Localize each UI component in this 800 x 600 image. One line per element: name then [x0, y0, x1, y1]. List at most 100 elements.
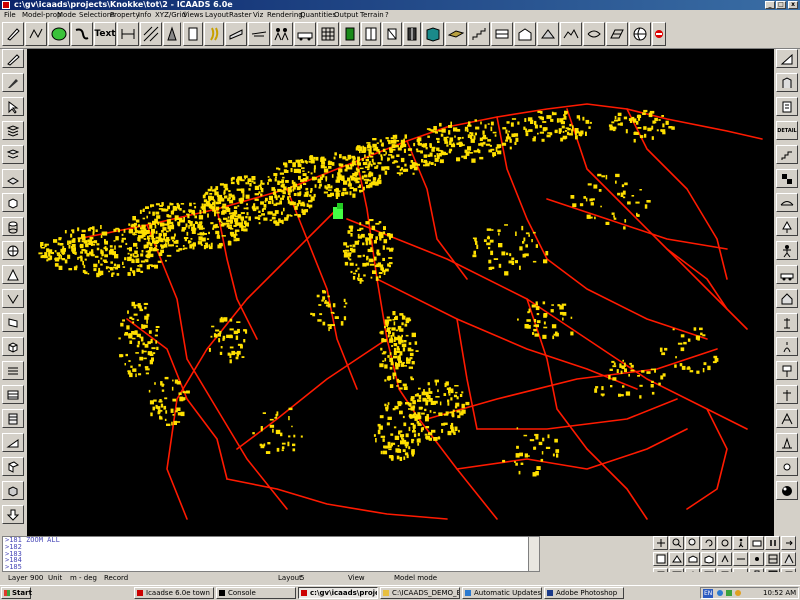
text-tool-button[interactable]: Text: [94, 22, 116, 46]
drawing-canvas[interactable]: [27, 49, 775, 536]
globe-tool-button[interactable]: [629, 22, 651, 46]
fill-tool-button[interactable]: [163, 22, 181, 46]
box-tool-button[interactable]: [2, 193, 24, 212]
section-tool-button[interactable]: [491, 22, 513, 46]
close-button[interactable]: x: [788, 1, 798, 9]
floors-tool-button[interactable]: [2, 385, 24, 404]
view-persp-button[interactable]: [717, 552, 732, 566]
select-tool-button[interactable]: [2, 97, 24, 116]
arrow-down-button[interactable]: [2, 505, 24, 524]
render-ball-button[interactable]: [776, 481, 798, 500]
wireframe-tool-button[interactable]: [606, 22, 628, 46]
slabs-tool-button[interactable]: [2, 361, 24, 380]
menu-model-prop[interactable]: Model-prop: [22, 10, 61, 20]
menu-views[interactable]: Views: [183, 10, 203, 20]
furniture-tool-button[interactable]: [271, 22, 293, 46]
wall-tool-button[interactable]: [183, 22, 203, 46]
solid-tool-button[interactable]: [2, 481, 24, 500]
no-entry-button[interactable]: [652, 22, 666, 46]
menu-layout[interactable]: Layout: [205, 10, 229, 20]
panel-tool-button[interactable]: [403, 22, 421, 46]
menu-quantities[interactable]: Quantities: [300, 10, 336, 20]
taskbar-item-folder[interactable]: C:\ICAADS_DEMO_E\bp...: [380, 587, 460, 599]
console-scrollbar[interactable]: [528, 537, 539, 571]
grid-tool-button[interactable]: [317, 22, 339, 46]
cube-tool-button[interactable]: [2, 337, 24, 356]
zone-tool-button[interactable]: [48, 22, 70, 46]
pan-button[interactable]: [653, 536, 668, 550]
beam-tool-button[interactable]: [225, 22, 247, 46]
taskbar-item-photoshop[interactable]: Adobe Photoshop: [544, 587, 624, 599]
maximize-button[interactable]: □: [776, 1, 786, 9]
view-side-button[interactable]: [685, 552, 700, 566]
frame-tool-button[interactable]: [2, 457, 24, 476]
pattern-tool-button[interactable]: [776, 169, 798, 188]
language-indicator[interactable]: EN: [703, 589, 714, 598]
elevation-tool-button[interactable]: [514, 22, 536, 46]
view-section-button[interactable]: [733, 552, 748, 566]
menu-help[interactable]: ?: [385, 10, 389, 20]
menu-raster[interactable]: Raster: [229, 10, 252, 20]
curve-tool-button[interactable]: [71, 22, 93, 46]
view-top-button[interactable]: [653, 552, 668, 566]
marker-tool-button[interactable]: [2, 22, 24, 46]
figure-tool-button[interactable]: [776, 241, 798, 260]
facade-tool-button[interactable]: [776, 97, 798, 116]
wedge-tool-button[interactable]: [2, 433, 24, 452]
sphere-tool-button[interactable]: [2, 241, 24, 260]
light-tool-button[interactable]: [776, 457, 798, 476]
unit-value[interactable]: m - deg: [70, 572, 97, 584]
door-tool-button[interactable]: [340, 22, 360, 46]
lamp-tool-button[interactable]: [776, 313, 798, 332]
view-plan-button[interactable]: [765, 552, 780, 566]
menu-info[interactable]: Info: [138, 10, 151, 20]
menu-file[interactable]: File: [4, 10, 16, 20]
sketch-tool-button[interactable]: [583, 22, 605, 46]
shadow-tool-button[interactable]: [776, 433, 798, 452]
antivirus-icon[interactable]: [726, 590, 732, 596]
tree-tool-button[interactable]: [776, 217, 798, 236]
zoom-in-button[interactable]: [669, 536, 684, 550]
slope-tool-button[interactable]: [776, 49, 798, 68]
layout-value[interactable]: 5: [300, 572, 304, 584]
command-console[interactable]: >181 ZOOM ALL >182 >183 >184 >185: [2, 536, 540, 572]
taskbar-item-icaadse[interactable]: Icaadse 6.0e town: [134, 587, 214, 599]
perspective-tool-button[interactable]: [537, 22, 559, 46]
building-tool-button[interactable]: [776, 73, 798, 92]
clock[interactable]: 10:52 AM: [763, 588, 796, 598]
network-icon[interactable]: [717, 590, 723, 596]
window-tool-button[interactable]: [361, 22, 381, 46]
house-tool-button[interactable]: [776, 289, 798, 308]
fence-tool-button[interactable]: [776, 409, 798, 428]
terrain-tool-button[interactable]: [560, 22, 582, 46]
menu-terrain[interactable]: Terrain: [360, 10, 384, 20]
view-front-button[interactable]: [669, 552, 684, 566]
start-button[interactable]: Start: [1, 587, 32, 599]
menu-xyz-grid[interactable]: XYZ/Grid: [155, 10, 186, 20]
slab-tool-button[interactable]: [445, 22, 467, 46]
polyline-tool-button[interactable]: [25, 22, 47, 46]
menu-property[interactable]: Property: [110, 10, 140, 20]
layer-tool-button[interactable]: [2, 145, 24, 164]
detail-button[interactable]: DETAIL: [776, 121, 798, 140]
camera-button[interactable]: [749, 536, 764, 550]
menu-mode[interactable]: Mode: [57, 10, 76, 20]
view-render-button[interactable]: [781, 552, 796, 566]
storeys-tool-button[interactable]: [2, 409, 24, 428]
stair-button[interactable]: [776, 145, 798, 164]
opening-tool-button[interactable]: [382, 22, 402, 46]
stair-tool-button[interactable]: [468, 22, 490, 46]
sign-tool-button[interactable]: [776, 361, 798, 380]
cylinder-tool-button[interactable]: [2, 217, 24, 236]
zoom-out-button[interactable]: [685, 536, 700, 550]
stack-tool-button[interactable]: [2, 121, 24, 140]
layer-value[interactable]: 900: [30, 572, 43, 584]
roof-tool-button[interactable]: [248, 22, 270, 46]
walk-button[interactable]: [733, 536, 748, 550]
block-tool-button[interactable]: [422, 22, 444, 46]
rotate-button[interactable]: [701, 536, 716, 550]
plate-tool-button[interactable]: [2, 313, 24, 332]
security-icon[interactable]: [735, 590, 741, 596]
minimize-button[interactable]: _: [765, 1, 775, 9]
view-iso-button[interactable]: [701, 552, 716, 566]
